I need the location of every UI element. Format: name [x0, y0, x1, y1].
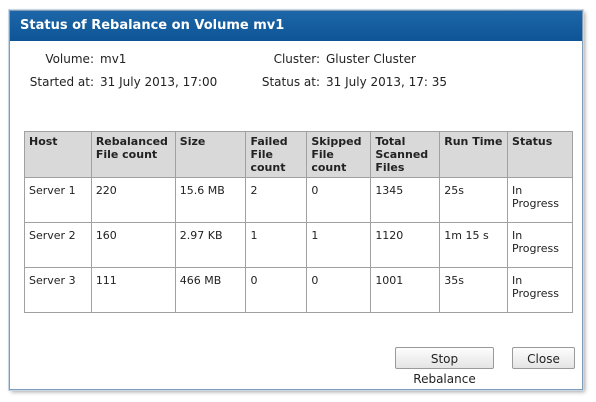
- rebalance-table: Host Rebalanced File count Size Failed F…: [24, 131, 573, 313]
- started-label: Started at:: [29, 75, 94, 89]
- cell-skipped-file-count: 0: [306, 267, 372, 313]
- table-header-row: Host Rebalanced File count Size Failed F…: [24, 131, 573, 178]
- cell-skipped-file-count: 0: [306, 177, 372, 223]
- cluster-label: Cluster:: [273, 52, 320, 66]
- cell-run-time: 25s: [439, 177, 509, 223]
- dialog-title: Status of Rebalance on Volume mv1: [10, 11, 582, 41]
- cell-size: 15.6 MB: [174, 177, 247, 223]
- rebalance-status-dialog: Status of Rebalance on Volume mv1 Volume…: [9, 10, 583, 390]
- cell-total-scanned-files: 1345: [370, 177, 441, 223]
- volume-label: Volume:: [45, 52, 94, 66]
- cluster-value: Gluster Cluster: [326, 52, 416, 66]
- cell-size: 466 MB: [174, 267, 247, 313]
- header-run-time: Run Time: [439, 131, 509, 178]
- volume-info: Volume: mv1: [36, 52, 126, 66]
- cell-host: Server 3: [24, 267, 92, 313]
- cell-total-scanned-files: 1120: [370, 222, 441, 268]
- table-row[interactable]: Server 3 111 466 MB 0 0 1001 35s In Prog…: [24, 267, 573, 313]
- cell-failed-file-count: 0: [245, 267, 308, 313]
- status-value: 31 July 2013, 17: 35: [326, 75, 448, 89]
- header-failed-file-count: Failed File count: [245, 131, 308, 178]
- cell-run-time: 35s: [439, 267, 509, 313]
- cell-host: Server 2: [24, 222, 92, 268]
- header-total-scanned-files: Total Scanned Files: [370, 131, 441, 178]
- cell-skipped-file-count: 1: [306, 222, 372, 268]
- started-info: Started at: 31 July 2013, 17:00: [22, 75, 217, 89]
- started-value: 31 July 2013, 17:00: [100, 75, 218, 89]
- stop-rebalance-button[interactable]: Stop Rebalance: [395, 347, 494, 386]
- cell-rebalanced-file-count: 160: [90, 222, 176, 268]
- header-rebalanced-file-count: Rebalanced File count: [90, 131, 176, 178]
- header-status: Status: [507, 131, 573, 178]
- cell-run-time: 1m 15 s: [439, 222, 509, 268]
- status-info: Status at: 31 July 2013, 17: 35: [258, 75, 447, 89]
- header-size: Size: [174, 131, 247, 178]
- close-button[interactable]: Close: [512, 347, 575, 369]
- table-row[interactable]: Server 2 160 2.97 KB 1 1 1120 1m 15 s In…: [24, 222, 573, 268]
- header-skipped-file-count: Skipped File count: [306, 131, 372, 178]
- cell-failed-file-count: 1: [245, 222, 308, 268]
- cell-status: In Progress: [507, 177, 573, 223]
- cell-total-scanned-files: 1001: [370, 267, 441, 313]
- volume-value: mv1: [100, 52, 127, 66]
- cell-status: In Progress: [507, 267, 573, 313]
- cell-rebalanced-file-count: 220: [90, 177, 176, 223]
- status-label: Status at:: [261, 75, 320, 89]
- cell-failed-file-count: 2: [245, 177, 308, 223]
- cell-size: 2.97 KB: [174, 222, 247, 268]
- table-row[interactable]: Server 1 220 15.6 MB 2 0 1345 25s In Pro…: [24, 177, 573, 223]
- cell-status: In Progress: [507, 222, 573, 268]
- cell-rebalanced-file-count: 111: [90, 267, 176, 313]
- cell-host: Server 1: [24, 177, 92, 223]
- cluster-info: Cluster: Gluster Cluster: [272, 52, 416, 66]
- header-host: Host: [24, 131, 92, 178]
